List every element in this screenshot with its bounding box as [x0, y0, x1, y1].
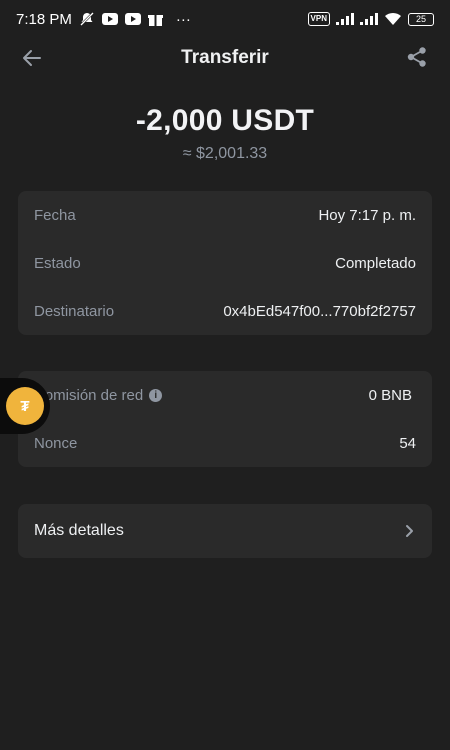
signal-icon	[336, 13, 354, 25]
youtube-icon	[101, 13, 118, 25]
chevron-right-icon	[406, 525, 413, 537]
youtube-icon	[124, 13, 141, 25]
more-notifications-indicator: ···	[175, 10, 191, 28]
back-arrow-icon[interactable]	[20, 46, 44, 70]
date-label: Fecha	[34, 206, 76, 224]
wifi-icon	[385, 12, 401, 25]
vpn-badge: VPN	[307, 12, 330, 26]
battery-level: 25	[415, 14, 426, 24]
status-label: Estado	[34, 254, 81, 272]
transfer-amount: -2,000 USDT	[135, 104, 315, 137]
more-details-row[interactable]: Más detalles	[18, 504, 432, 558]
detail-row-recipient[interactable]: Destinatario 0x4bEd547f00...770bf2f2757	[18, 287, 432, 335]
more-details-button[interactable]: Más detalles	[18, 504, 432, 558]
status-time: 7:18 PM	[16, 10, 72, 28]
recipient-label: Destinatario	[34, 302, 115, 320]
network-fee-card: Comisión de red i 0 BNB Nonce 54	[18, 371, 432, 467]
detail-row-status: Estado Completado	[18, 239, 432, 287]
network-fee-label: Comisión de red	[34, 386, 144, 404]
date-value: Hoy 7:17 p. m.	[318, 206, 416, 224]
signal-icon	[360, 13, 378, 25]
page-title: Transferir	[181, 47, 269, 68]
share-icon[interactable]	[406, 46, 428, 68]
detail-row-nonce: Nonce 54	[18, 419, 432, 467]
status-bar: 7:18 PM ··· VPN 25	[0, 0, 450, 38]
notifications-off-icon	[79, 12, 94, 26]
more-details-label: Más detalles	[34, 522, 124, 539]
coin-glyph: ₮	[20, 397, 30, 415]
recipient-address[interactable]: 0x4bEd547f00...770bf2f2757	[223, 303, 416, 320]
battery-icon: 25	[408, 12, 434, 26]
network-fee-value: 0 BNB	[368, 386, 412, 404]
info-icon[interactable]: i	[149, 388, 163, 402]
tether-coin-icon[interactable]: ₮	[6, 387, 44, 425]
nonce-label: Nonce	[34, 434, 78, 452]
top-app-bar: Transferir	[0, 38, 450, 78]
detail-row-date: Fecha Hoy 7:17 p. m.	[18, 191, 432, 239]
detail-row-network-fee: Comisión de red i 0 BNB	[18, 371, 432, 419]
fiat-equivalent: ≈ $2,001.33	[182, 145, 268, 162]
nonce-value: 54	[399, 434, 416, 452]
transaction-details-card: Fecha Hoy 7:17 p. m. Estado Completado D…	[18, 191, 432, 335]
network-fee-label-wrap: Comisión de red i	[34, 386, 163, 404]
gift-icon	[147, 14, 163, 26]
status-value: Completado	[335, 254, 416, 272]
